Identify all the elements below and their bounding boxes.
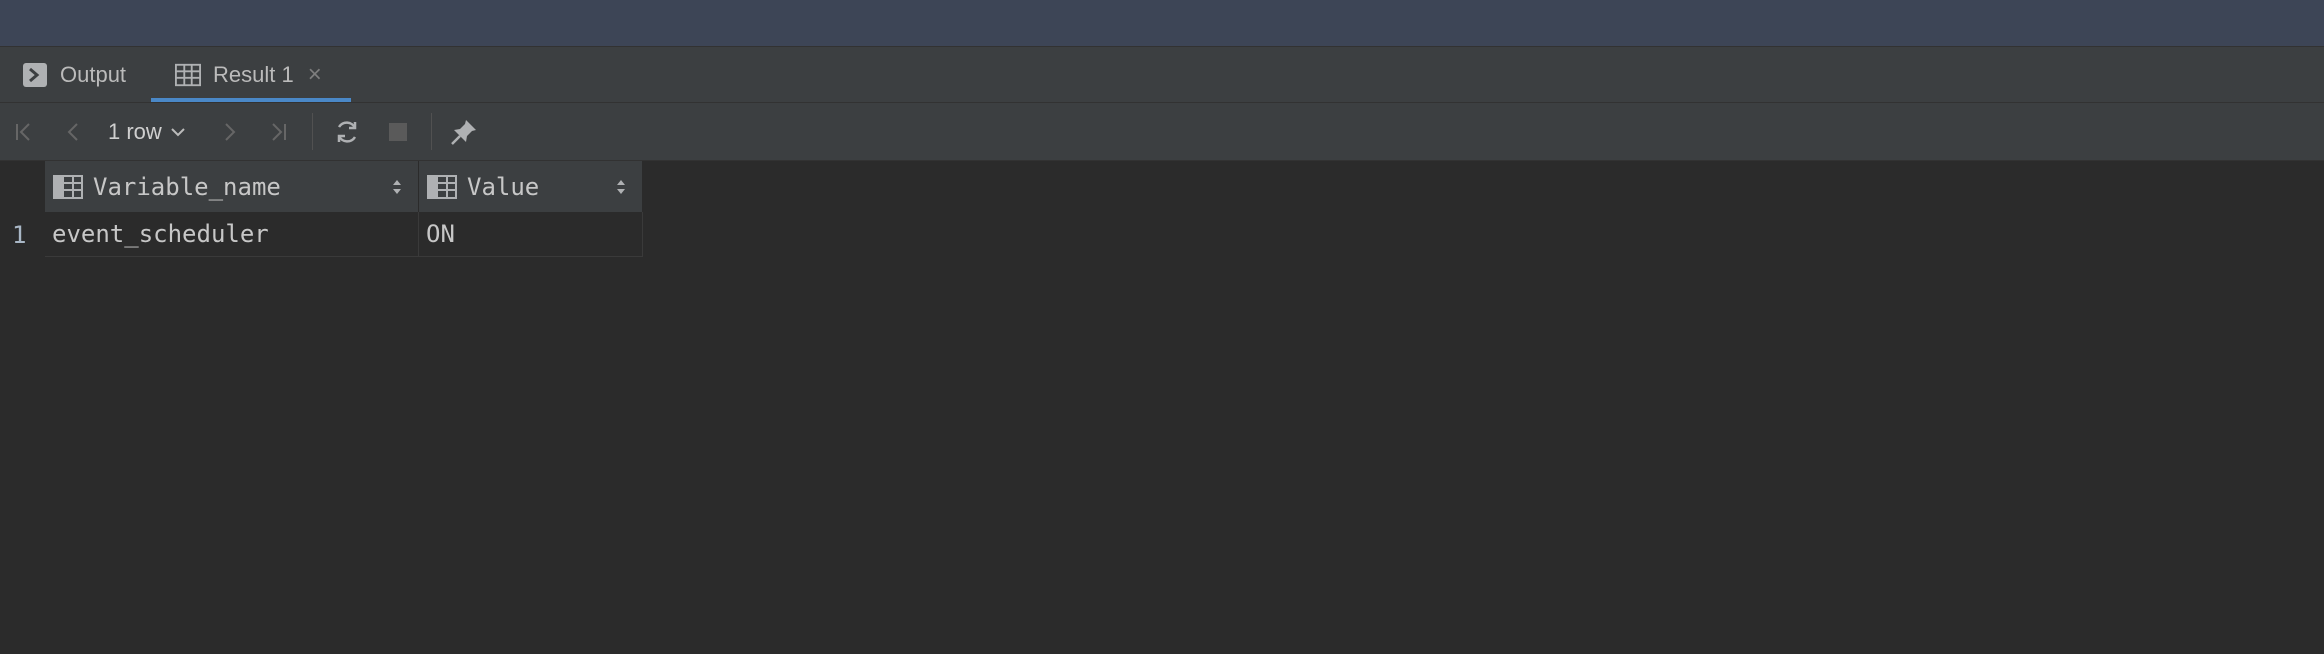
last-page-button[interactable] [263,103,293,160]
toolbar-separator [312,113,313,150]
tab-output-label: Output [60,61,127,87]
next-page-icon [225,122,236,141]
stop-icon [389,122,407,141]
toolbar-separator [431,113,432,150]
tab-result-1-label: Result 1 [213,61,294,87]
column-icon [427,174,457,200]
column-header-label: Value [467,172,540,201]
table-icon [175,62,201,88]
window-top-bar [0,0,2324,47]
row-number-header [0,161,45,212]
first-page-button[interactable] [10,103,38,160]
first-page-icon [16,122,30,141]
sort-icon[interactable] [614,177,628,197]
last-page-icon [272,122,286,141]
column-header-label: Variable_name [93,172,281,201]
tab-output[interactable]: Output [22,47,126,102]
pin-icon [451,119,476,145]
table-cell[interactable]: event_scheduler [45,212,419,257]
chevron-down-icon [171,127,185,136]
tab-result-1[interactable]: Result 1 × [151,47,351,102]
stop-button[interactable] [383,103,413,160]
results-tab-bar: Output Result 1 × [0,47,2324,103]
result-toolbar: 1 row [0,103,2324,161]
row-count-label: 1 row [108,118,162,144]
prev-page-icon [67,122,78,141]
close-icon[interactable]: × [308,61,322,89]
console-icon [22,62,48,88]
row-number: 1 [12,220,27,249]
table-cell[interactable]: ON [419,212,643,257]
column-icon [53,174,83,200]
reload-icon [337,120,357,143]
column-header-variable-name[interactable]: Variable_name [45,161,419,212]
reload-button[interactable] [331,103,363,160]
sort-icon[interactable] [390,177,404,197]
pin-tab-button[interactable] [448,103,480,160]
row-count-dropdown[interactable]: 1 row [108,103,186,160]
next-page-button[interactable] [215,103,243,160]
column-header-value[interactable]: Value [419,161,643,212]
prev-page-button[interactable] [60,103,88,160]
